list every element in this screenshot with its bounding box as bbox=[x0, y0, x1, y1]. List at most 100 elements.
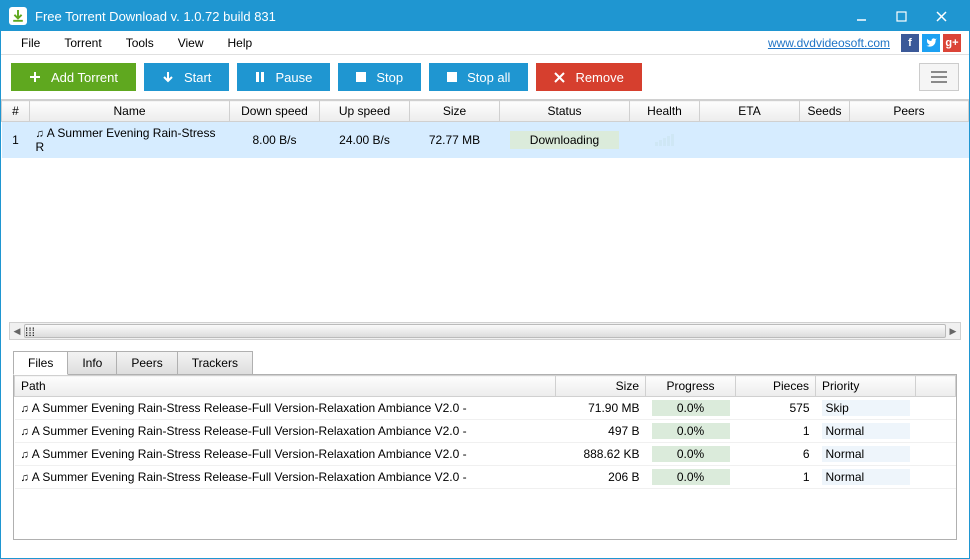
download-icon bbox=[162, 71, 174, 83]
cell-health bbox=[630, 122, 700, 159]
titlebar: Free Torrent Download v. 1.0.72 build 83… bbox=[1, 1, 969, 31]
col-num[interactable]: # bbox=[2, 101, 30, 122]
stop-icon bbox=[447, 72, 457, 82]
stop-label: Stop bbox=[376, 70, 403, 85]
torrent-row[interactable]: 1 ♫A Summer Evening Rain-Stress R 8.00 B… bbox=[2, 122, 969, 159]
details-panel: Files Info Peers Trackers Path Size Prog… bbox=[1, 342, 969, 544]
col-seeds[interactable]: Seeds bbox=[800, 101, 850, 122]
add-torrent-label: Add Torrent bbox=[51, 70, 118, 85]
horizontal-scrollbar[interactable]: ◀ ⁞⁞⁞ ▶ bbox=[9, 322, 961, 340]
fcol-progress[interactable]: Progress bbox=[646, 376, 736, 397]
col-size[interactable]: Size bbox=[410, 101, 500, 122]
health-bars-icon bbox=[655, 132, 674, 146]
file-path: ♫A Summer Evening Rain-Stress Release-Fu… bbox=[15, 443, 556, 466]
tab-info[interactable]: Info bbox=[68, 351, 117, 375]
col-name[interactable]: Name bbox=[30, 101, 230, 122]
remove-label: Remove bbox=[575, 70, 623, 85]
stop-all-label: Stop all bbox=[467, 70, 510, 85]
website-link[interactable]: www.dvdvideosoft.com bbox=[768, 36, 890, 50]
col-down[interactable]: Down speed bbox=[230, 101, 320, 122]
file-size: 888.62 KB bbox=[556, 443, 646, 466]
add-torrent-button[interactable]: Add Torrent bbox=[11, 63, 136, 91]
file-pieces: 575 bbox=[736, 397, 816, 420]
fcol-pieces[interactable]: Pieces bbox=[736, 376, 816, 397]
fcol-priority[interactable]: Priority bbox=[816, 376, 916, 397]
pause-label: Pause bbox=[275, 70, 312, 85]
start-button[interactable]: Start bbox=[144, 63, 229, 91]
tab-peers[interactable]: Peers bbox=[117, 351, 177, 375]
file-pieces: 1 bbox=[736, 466, 816, 489]
plus-icon bbox=[29, 71, 41, 83]
fcol-blank bbox=[916, 376, 956, 397]
cell-peers bbox=[850, 122, 969, 159]
pause-icon bbox=[255, 71, 265, 83]
cell-seeds bbox=[800, 122, 850, 159]
cell-num: 1 bbox=[2, 122, 30, 159]
cell-down: 8.00 B/s bbox=[230, 122, 320, 159]
file-priority[interactable]: Normal bbox=[816, 420, 916, 443]
col-peers[interactable]: Peers bbox=[850, 101, 969, 122]
file-path: ♫A Summer Evening Rain-Stress Release-Fu… bbox=[15, 466, 556, 489]
music-icon: ♫ bbox=[21, 449, 29, 461]
file-row[interactable]: ♫A Summer Evening Rain-Stress Release-Fu… bbox=[15, 466, 956, 489]
x-icon bbox=[554, 72, 565, 83]
tab-files[interactable]: Files bbox=[13, 351, 68, 375]
stop-all-button[interactable]: Stop all bbox=[429, 63, 528, 91]
menu-torrent[interactable]: Torrent bbox=[52, 33, 113, 53]
torrent-list: # Name Down speed Up speed Size Status H… bbox=[1, 99, 969, 340]
col-eta[interactable]: ETA bbox=[700, 101, 800, 122]
file-progress: 0.0% bbox=[646, 443, 736, 466]
remove-button[interactable]: Remove bbox=[536, 63, 641, 91]
file-priority[interactable]: Skip bbox=[816, 397, 916, 420]
maximize-button[interactable] bbox=[881, 1, 921, 31]
menu-tools[interactable]: Tools bbox=[114, 33, 166, 53]
settings-button[interactable] bbox=[919, 63, 959, 91]
file-path: ♫A Summer Evening Rain-Stress Release-Fu… bbox=[15, 397, 556, 420]
file-progress: 0.0% bbox=[646, 397, 736, 420]
file-priority[interactable]: Normal bbox=[816, 466, 916, 489]
cell-size: 72.77 MB bbox=[410, 122, 500, 159]
cell-name: ♫A Summer Evening Rain-Stress R bbox=[30, 122, 230, 159]
twitter-icon[interactable] bbox=[922, 34, 940, 52]
scroll-thumb[interactable]: ⁞⁞⁞ bbox=[24, 324, 946, 338]
toolbar: Add Torrent Start Pause Stop Stop all Re… bbox=[1, 55, 969, 99]
file-priority[interactable]: Normal bbox=[816, 443, 916, 466]
fcol-path[interactable]: Path bbox=[15, 376, 556, 397]
col-status[interactable]: Status bbox=[500, 101, 630, 122]
file-row[interactable]: ♫A Summer Evening Rain-Stress Release-Fu… bbox=[15, 443, 956, 466]
file-pieces: 6 bbox=[736, 443, 816, 466]
file-progress: 0.0% bbox=[646, 466, 736, 489]
detail-tabs: Files Info Peers Trackers bbox=[13, 350, 957, 374]
scroll-right-icon[interactable]: ▶ bbox=[946, 323, 960, 339]
fcol-size[interactable]: Size bbox=[556, 376, 646, 397]
hamburger-icon bbox=[931, 71, 947, 83]
file-row[interactable]: ♫A Summer Evening Rain-Stress Release-Fu… bbox=[15, 397, 956, 420]
minimize-button[interactable] bbox=[841, 1, 881, 31]
stop-icon bbox=[356, 72, 366, 82]
facebook-icon[interactable]: f bbox=[901, 34, 919, 52]
scroll-left-icon[interactable]: ◀ bbox=[10, 323, 24, 339]
file-size: 497 B bbox=[556, 420, 646, 443]
menu-file[interactable]: File bbox=[9, 33, 52, 53]
music-icon: ♫ bbox=[21, 403, 29, 415]
music-icon: ♫ bbox=[21, 472, 29, 484]
pause-button[interactable]: Pause bbox=[237, 63, 330, 91]
file-row[interactable]: ♫A Summer Evening Rain-Stress Release-Fu… bbox=[15, 420, 956, 443]
file-progress: 0.0% bbox=[646, 420, 736, 443]
file-path: ♫A Summer Evening Rain-Stress Release-Fu… bbox=[15, 420, 556, 443]
window-title: Free Torrent Download v. 1.0.72 build 83… bbox=[35, 9, 841, 24]
col-health[interactable]: Health bbox=[630, 101, 700, 122]
menu-view[interactable]: View bbox=[166, 33, 216, 53]
file-size: 206 B bbox=[556, 466, 646, 489]
googleplus-icon[interactable]: g+ bbox=[943, 34, 961, 52]
close-button[interactable] bbox=[921, 1, 961, 31]
cell-eta bbox=[700, 122, 800, 159]
cell-up: 24.00 B/s bbox=[320, 122, 410, 159]
menubar: File Torrent Tools View Help www.dvdvide… bbox=[1, 31, 969, 55]
stop-button[interactable]: Stop bbox=[338, 63, 421, 91]
col-up[interactable]: Up speed bbox=[320, 101, 410, 122]
menu-help[interactable]: Help bbox=[216, 33, 265, 53]
tab-trackers[interactable]: Trackers bbox=[178, 351, 253, 375]
music-icon: ♫ bbox=[36, 128, 44, 140]
file-pieces: 1 bbox=[736, 420, 816, 443]
